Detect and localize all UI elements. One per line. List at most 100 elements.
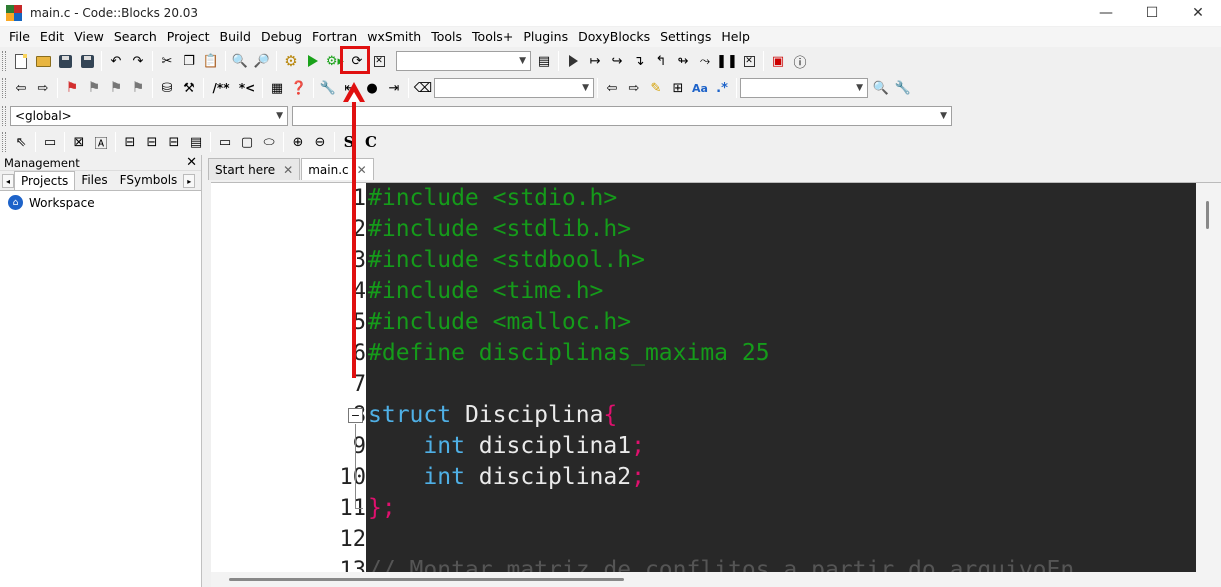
step-out-button[interactable]: ↰ [650,50,672,72]
jump-forward-button[interactable]: ⇨ [32,77,54,99]
shape-hex-button[interactable]: ⬭ [258,131,280,153]
doxy-wizard-button[interactable]: ⛁ [156,77,178,99]
block-comment-button[interactable]: /** [207,77,235,99]
code-line[interactable]: int disciplina1; [368,431,645,462]
build-button[interactable]: ⚙ [280,50,302,72]
find-prev-button[interactable]: ⇦ [601,77,623,99]
toggle-bookmark-button[interactable]: ⚑ [61,77,83,99]
close-tab-icon[interactable]: ✕ [357,163,367,177]
menu-edit[interactable]: Edit [35,27,69,47]
next-instruction-button[interactable]: ↬ [672,50,694,72]
toolbar-grip[interactable] [2,78,6,98]
zoom-in-button[interactable]: ⊕ [287,131,309,153]
clear-bookmarks-button[interactable]: ⚑ [127,77,149,99]
code-area[interactable]: #include <stdio.h> #include <stdlib.h> #in… [366,183,1196,583]
text-button[interactable]: 🄰 [90,131,112,153]
cut-button[interactable]: ✂ [156,50,178,72]
layout-full-button[interactable]: ▤ [185,131,207,153]
copy-button[interactable]: ❐ [178,50,200,72]
s-button[interactable]: S [338,131,360,153]
shape-rect-button[interactable]: ▭ [214,131,236,153]
code-line[interactable]: int disciplina2; [368,462,645,493]
pointer-button[interactable]: ⇖ [10,131,32,153]
replace-button[interactable]: 🔎 [251,50,273,72]
code-line[interactable]: #include <stdlib.h> [368,214,631,245]
clear-search-button[interactable]: ⌫ [412,77,434,99]
symbol-settings-button[interactable]: 🔧 [892,77,914,99]
menu-settings[interactable]: Settings [655,27,716,47]
menu-fortran[interactable]: Fortran [307,27,362,47]
code-line[interactable]: #include <time.h> [368,276,603,307]
symbol-search-button[interactable]: 🔍 [870,77,892,99]
vertical-scroll-thumb[interactable] [1206,201,1209,229]
symbol-search-select[interactable]: ▼ [740,78,868,98]
image-button[interactable]: ⊠ [68,131,90,153]
horizontal-scroll-thumb[interactable] [229,578,624,581]
tab-scroll-right[interactable]: ▸ [183,174,196,188]
close-tab-icon[interactable]: ✕ [283,163,293,177]
minimize-button[interactable]: — [1083,0,1129,26]
jump-back-button[interactable]: ⇦ [10,77,32,99]
code-line[interactable]: #define disciplinas_maxima 25 [368,338,770,369]
build-target-select[interactable]: ▼ [396,51,531,71]
debug-start-button[interactable] [562,50,584,72]
save-all-button[interactable] [76,50,98,72]
menu-view[interactable]: View [69,27,109,47]
code-line[interactable]: #include <malloc.h> [368,307,631,338]
layout-middle-button[interactable]: ⊟ [141,131,163,153]
highlight-button[interactable]: ✎ [645,77,667,99]
menu-debug[interactable]: Debug [256,27,307,47]
fold-collapse-icon[interactable]: − [348,408,363,423]
next-line-button[interactable]: ↪ [606,50,628,72]
doxy-extract-button[interactable]: ⚒ [178,77,200,99]
code-line[interactable]: struct Disciplina{ [368,400,617,431]
line-comment-button[interactable]: *< [235,77,259,99]
zoom-out-button[interactable]: ⊖ [309,131,331,153]
run-to-cursor-button[interactable]: ↦ [584,50,606,72]
menu-search[interactable]: Search [109,27,162,47]
tab-fsymbols[interactable]: FSymbols [114,171,184,190]
maximize-button[interactable]: ☐ [1129,0,1175,26]
tab-files[interactable]: Files [75,171,113,190]
selected-text-button[interactable]: ⊞ [667,77,689,99]
tab-main-c[interactable]: main.c ✕ [301,158,374,180]
code-line[interactable]: #include <stdio.h> [368,183,617,214]
toggle-breakpoint-button[interactable]: 🔧 [317,77,339,99]
next-bookmark-button[interactable]: ⚑ [105,77,127,99]
toolbar-grip[interactable] [2,132,6,152]
undo-button[interactable]: ↶ [105,50,127,72]
code-line[interactable]: #include <stdbool.h> [368,245,645,276]
menu-help[interactable]: Help [716,27,755,47]
regex-button[interactable]: .* [711,77,733,99]
search-text-select[interactable]: ▼ [434,78,594,98]
scope-select[interactable]: <global> ▼ [10,106,288,126]
abort-button[interactable]: ✕ [368,50,390,72]
menu-file[interactable]: File [4,27,35,47]
debug-windows-button[interactable]: ▣ [767,50,789,72]
redo-button[interactable]: ↷ [127,50,149,72]
paste-button[interactable]: 📋 [200,50,222,72]
menu-plugins[interactable]: Plugins [518,27,573,47]
vertical-scrollbar[interactable] [1196,183,1221,573]
close-panel-icon[interactable]: ✕ [186,155,197,170]
target-options-button[interactable]: ▤ [533,50,555,72]
open-button[interactable] [32,50,54,72]
menu-tools[interactable]: Tools [426,27,467,47]
code-editor[interactable]: 12345678910111213 #include <stdio.h>#inc… [211,182,1221,587]
menu-tools-plus[interactable]: Tools+ [467,27,518,47]
tab-start-here[interactable]: Start here ✕ [208,158,301,180]
match-case-button[interactable]: Aa [689,77,711,99]
new-file-button[interactable] [10,50,32,72]
menu-doxyblocks[interactable]: DoxyBlocks [573,27,655,47]
layout-bottom-button[interactable]: ⊟ [163,131,185,153]
menu-project[interactable]: Project [162,27,215,47]
function-select[interactable]: ▼ [292,106,952,126]
find-next-button[interactable]: ⇨ [623,77,645,99]
step-into-button[interactable]: ↴ [628,50,650,72]
shape-round-button[interactable]: ▢ [236,131,258,153]
find-button[interactable]: 🔍 [229,50,251,72]
frame-button[interactable]: ▭ [39,131,61,153]
prev-bookmark-button[interactable]: ⚑ [83,77,105,99]
menu-wxsmith[interactable]: wxSmith [362,27,426,47]
info-button[interactable]: ⓘ [789,50,811,72]
